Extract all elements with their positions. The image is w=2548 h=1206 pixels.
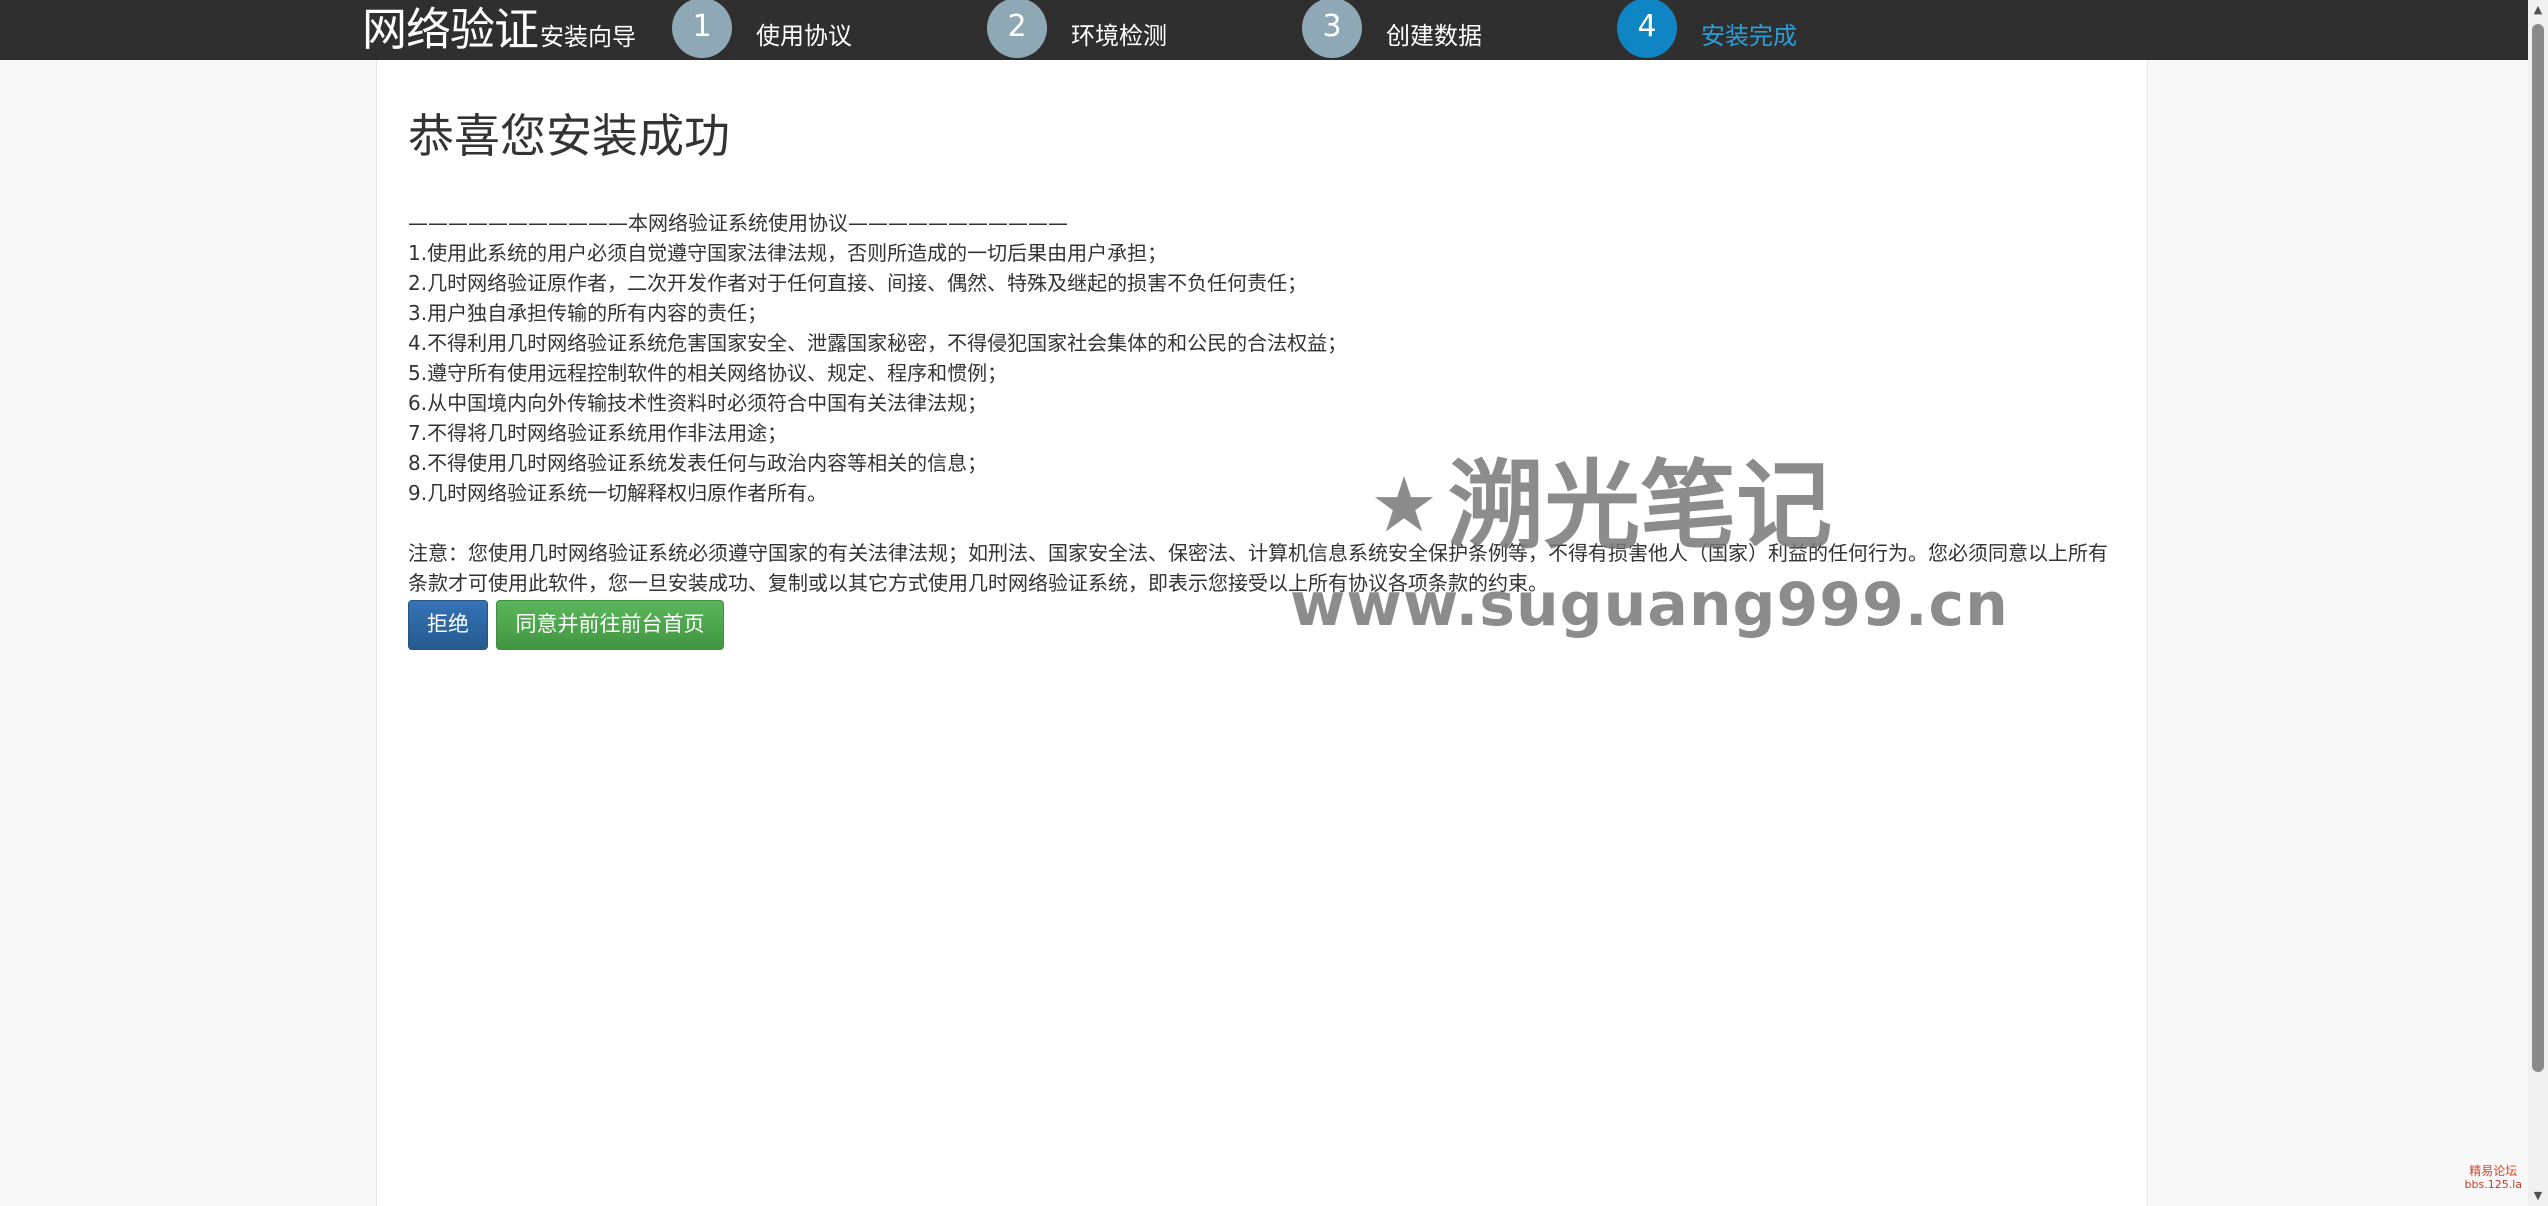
- brand: 网络验证 安装向导: [362, 2, 636, 60]
- page-title: 恭喜您安装成功: [408, 109, 730, 163]
- agreement-header: ———————————本网络验证系统使用协议———————————: [408, 211, 1068, 235]
- main-panel: 恭喜您安装成功 ———————————本网络验证系统使用协议——————————…: [376, 60, 2148, 1206]
- forum-watermark-tag: 精易论坛 bbs.125.la: [2465, 1164, 2522, 1192]
- brand-subtitle: 安装向导: [540, 23, 637, 51]
- forum-url: bbs.125.la: [2464, 1178, 2522, 1191]
- brand-title: 网络验证: [362, 3, 539, 56]
- agreement-item: 8.不得使用几时网络验证系统发表任何与政治内容等相关的信息；: [408, 451, 988, 475]
- agreement-notice: 注意：您使用几时网络验证系统必须遵守国家的有关法律法规；如刑法、国家安全法、保密…: [408, 541, 2108, 595]
- step-number: 2: [987, 0, 1047, 58]
- step-label: 安装完成: [1701, 22, 1797, 50]
- step-number: 1: [672, 0, 732, 58]
- forum-name: 精易论坛: [2469, 1164, 2518, 1178]
- agree-and-go-home-button[interactable]: 同意并前往前台首页: [496, 600, 724, 650]
- step-label: 环境检测: [1071, 22, 1167, 50]
- agreement-item: 4.不得利用几时网络验证系统危害国家安全、泄露国家秘密，不得侵犯国家社会集体的和…: [408, 331, 1348, 355]
- scrollbar-thumb[interactable]: [2532, 24, 2544, 1072]
- agreement-item: 5.遵守所有使用远程控制软件的相关网络协议、规定、程序和惯例；: [408, 361, 1008, 385]
- arrow-up-icon[interactable]: ▲: [2528, 0, 2548, 20]
- agreement-item: 7.不得将几时网络验证系统用作非法用途；: [408, 421, 788, 445]
- agreement-item: 2.几时网络验证原作者，二次开发作者对于任何直接、间接、偶然、特殊及继起的损害不…: [408, 271, 1308, 295]
- agreement-item: 1.使用此系统的用户必须自觉遵守国家法律法规，否则所造成的一切后果由用户承担；: [408, 241, 1168, 265]
- agreement-text: ———————————本网络验证系统使用协议——————————— 1.使用此系…: [408, 208, 2128, 598]
- action-buttons: 拒绝 同意并前往前台首页: [408, 600, 724, 650]
- arrow-down-icon[interactable]: ▼: [2528, 1186, 2548, 1206]
- refuse-button[interactable]: 拒绝: [408, 600, 488, 650]
- step-label: 创建数据: [1386, 22, 1482, 50]
- agreement-item: 3.用户独自承担传输的所有内容的责任；: [408, 301, 768, 325]
- agreement-item: 6.从中国境内向外传输技术性资料时必须符合中国有关法律法规；: [408, 391, 988, 415]
- install-wizard-header: 网络验证 安装向导 1 使用协议 2 环境检测 3 创建数据 4 安装完成: [0, 0, 2528, 60]
- step-number: 3: [1302, 0, 1362, 58]
- step-number: 4: [1617, 0, 1677, 58]
- agreement-item: 9.几时网络验证系统一切解释权归原作者所有。: [408, 481, 828, 505]
- step-label: 使用协议: [756, 22, 852, 50]
- page-scrollbar[interactable]: ▲ ▼: [2528, 0, 2548, 1206]
